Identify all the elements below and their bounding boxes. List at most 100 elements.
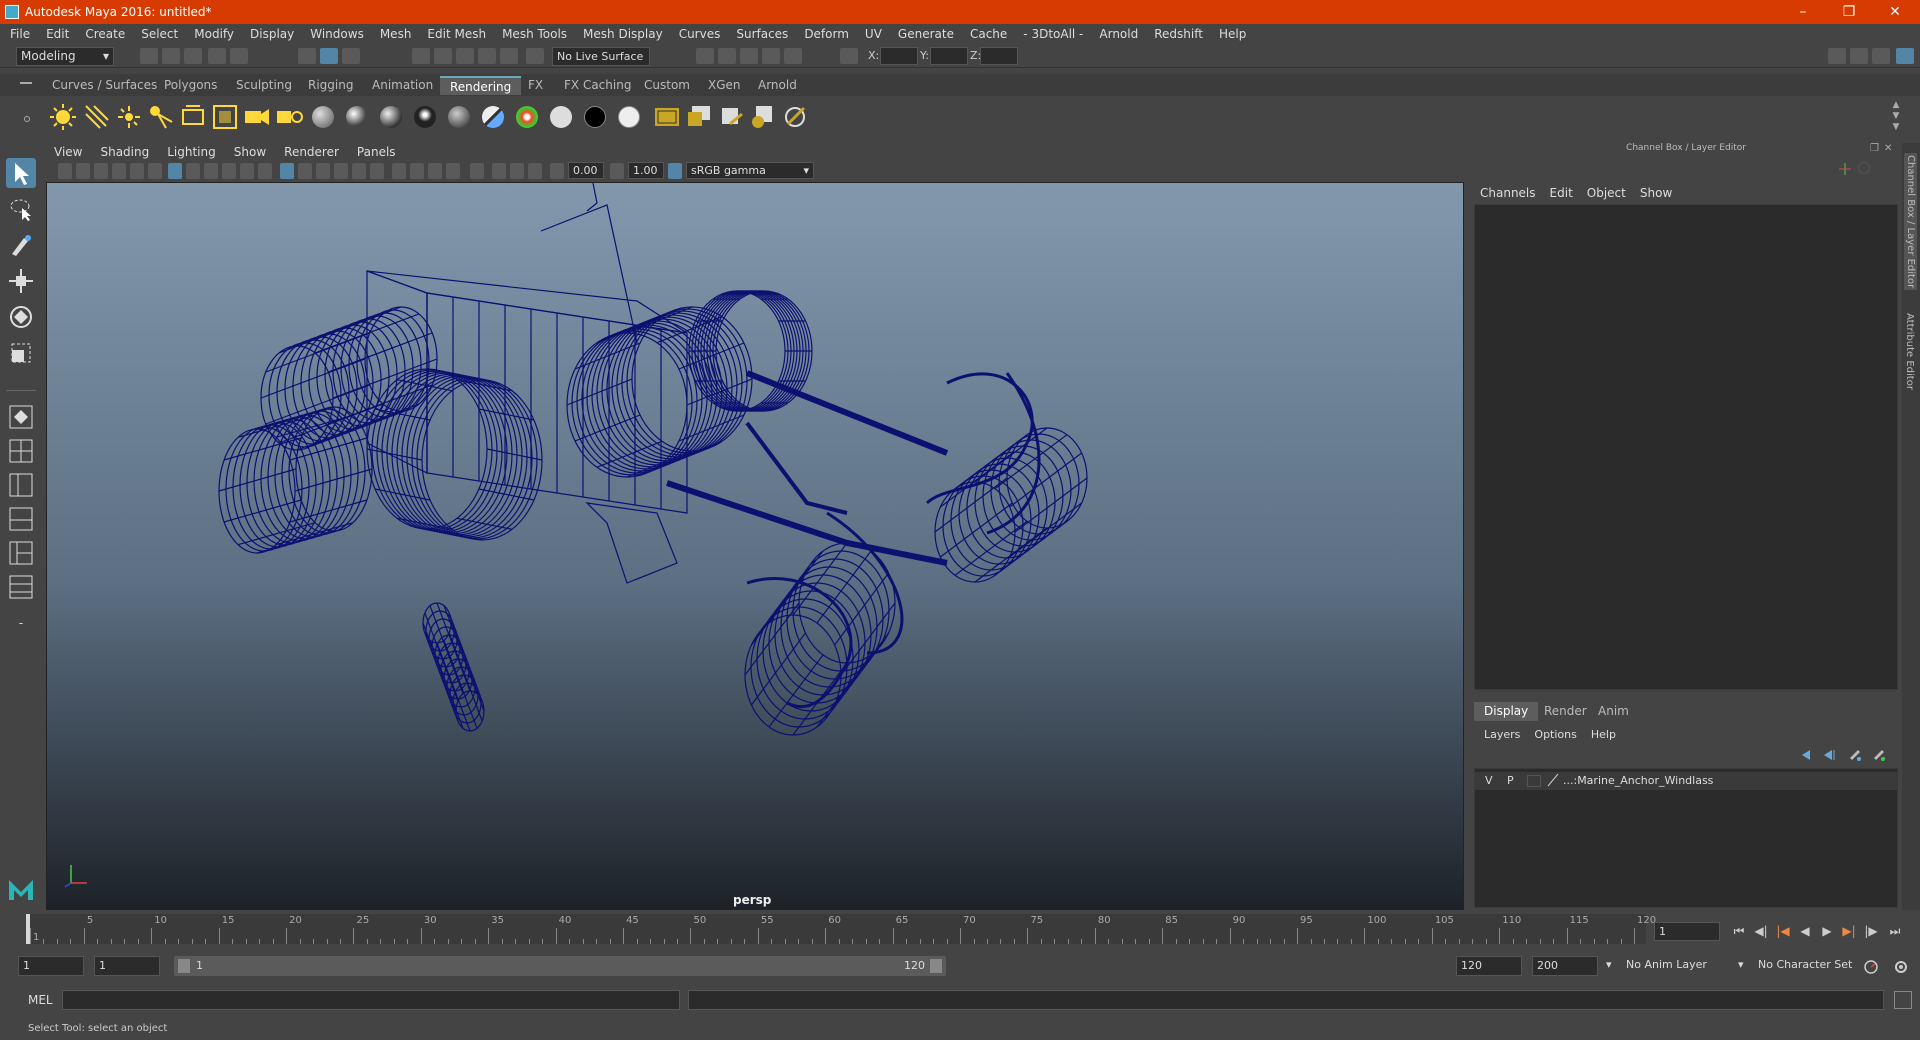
select-hierarchy-icon[interactable]: [298, 48, 316, 64]
move-layer-up-icon[interactable]: [1800, 748, 1814, 762]
y-field[interactable]: [930, 47, 968, 65]
channel-edit-menu[interactable]: Edit: [1550, 186, 1573, 200]
playback-end-field[interactable]: 120: [1456, 956, 1522, 976]
ipr-shelf-icon[interactable]: [716, 102, 746, 132]
shadows-icon[interactable]: [392, 163, 406, 179]
channel-object-menu[interactable]: Object: [1587, 186, 1626, 200]
layout-options-icon[interactable]: -: [6, 608, 36, 638]
menu-set-dropdown[interactable]: Modeling ▾: [16, 47, 114, 66]
tab-animation[interactable]: Animation: [362, 76, 443, 95]
menu-edit[interactable]: Edit: [46, 27, 69, 41]
close-button[interactable]: ✕: [1872, 0, 1918, 24]
smooth-shade-icon[interactable]: [298, 163, 312, 179]
select-tool-icon[interactable]: [6, 158, 36, 188]
single-perspective-layout-icon[interactable]: [6, 402, 36, 432]
snap-point-icon[interactable]: [456, 48, 474, 64]
menu-curves[interactable]: Curves: [679, 27, 721, 41]
bookmark-icon[interactable]: [94, 163, 108, 179]
gamma-icon[interactable]: [610, 163, 624, 179]
menu-windows[interactable]: Windows: [310, 27, 364, 41]
camera-attributes-icon[interactable]: [76, 163, 90, 179]
persp-graph-layout-icon[interactable]: [6, 504, 36, 534]
gamma-field[interactable]: 1.00: [628, 162, 664, 179]
snap-grid-icon[interactable]: [412, 48, 430, 64]
auto-key-icon[interactable]: [1862, 958, 1880, 976]
range-start-handle[interactable]: [178, 959, 190, 973]
tab-xgen[interactable]: XGen: [698, 76, 751, 95]
z-field[interactable]: [980, 47, 1018, 65]
viewport-menu-renderer[interactable]: Renderer: [284, 145, 339, 159]
snap-view-plane-icon[interactable]: [478, 48, 496, 64]
toon-shader-icon[interactable]: [618, 106, 640, 128]
step-back-key-icon[interactable]: |◀: [1774, 922, 1792, 940]
menu-mesh-tools[interactable]: Mesh Tools: [502, 27, 567, 41]
anti-aliasing-icon[interactable]: [446, 163, 460, 179]
undo-icon[interactable]: [208, 48, 226, 64]
ramp-shader-icon[interactable]: [516, 106, 538, 128]
tab-curves-surfaces[interactable]: Curves / Surfaces: [42, 76, 167, 95]
view-transform-dropdown[interactable]: sRGB gamma ▾: [686, 162, 814, 179]
channel-list[interactable]: [1474, 204, 1898, 690]
animation-preferences-icon[interactable]: [1892, 958, 1910, 976]
persp-outliner-layout-icon[interactable]: [6, 470, 36, 500]
volume-light-icon[interactable]: [210, 102, 240, 132]
layer-options-menu[interactable]: Options: [1534, 728, 1576, 741]
channels-menu[interactable]: Channels: [1480, 186, 1536, 200]
channel-show-menu[interactable]: Show: [1640, 186, 1672, 200]
tab-display[interactable]: Display: [1474, 702, 1539, 721]
save-scene-icon[interactable]: [184, 48, 202, 64]
shelf-settings-icon[interactable]: [20, 104, 34, 134]
viewport-menu-lighting[interactable]: Lighting: [167, 145, 216, 159]
select-components-icon[interactable]: [342, 48, 360, 64]
menu-help[interactable]: Help: [1219, 27, 1246, 41]
animation-start-field[interactable]: 1: [18, 956, 84, 976]
perspective-viewport[interactable]: persp: [46, 182, 1464, 910]
camera-aim-icon[interactable]: [274, 102, 304, 132]
current-frame-field[interactable]: 1: [1654, 922, 1720, 941]
color-management-icon[interactable]: [668, 163, 682, 179]
current-time-marker[interactable]: [26, 914, 30, 944]
viewport-menu-show[interactable]: Show: [234, 145, 266, 159]
attribute-editor-toggle-icon[interactable]: [1850, 48, 1868, 64]
menu-3dtoall[interactable]: - 3DtoAll -: [1023, 27, 1083, 41]
layer-playback-toggle[interactable]: P: [1507, 774, 1514, 787]
xray-icon[interactable]: [492, 163, 506, 179]
playback-start-field[interactable]: 1: [94, 956, 160, 976]
menu-select[interactable]: Select: [141, 27, 178, 41]
tab-rendering[interactable]: Rendering: [440, 76, 522, 95]
layers-menu[interactable]: Layers: [1484, 728, 1520, 741]
exposure-field[interactable]: 0.00: [568, 162, 604, 179]
menu-file[interactable]: File: [10, 27, 30, 41]
layer-row[interactable]: V P ...:Marine_Anchor_Windlass: [1475, 772, 1897, 790]
default-material-icon[interactable]: [316, 163, 330, 179]
anim-layer-dropdown[interactable]: ▾ No Anim Layer: [1606, 956, 1744, 976]
make-live-icon[interactable]: [500, 48, 518, 64]
textured-icon[interactable]: [352, 163, 366, 179]
select-camera-icon[interactable]: [58, 163, 72, 179]
minimize-button[interactable]: –: [1780, 0, 1826, 24]
persp-uv-layout-icon[interactable]: [6, 572, 36, 602]
tab-fx[interactable]: FX: [518, 76, 553, 95]
channel-box-manipulator-icon[interactable]: [1838, 162, 1852, 176]
persp-hypershade-layout-icon[interactable]: [6, 538, 36, 568]
range-slider[interactable]: 1 120: [174, 956, 946, 976]
grease-pencil-icon[interactable]: [148, 163, 162, 179]
ipr-render-icon[interactable]: [740, 48, 758, 64]
new-scene-icon[interactable]: [140, 48, 158, 64]
layered-shader-icon[interactable]: [482, 106, 504, 128]
open-scene-icon[interactable]: [162, 48, 180, 64]
script-editor-icon[interactable]: [1894, 991, 1912, 1009]
hypershade-shelf-icon[interactable]: [780, 102, 810, 132]
animation-end-field[interactable]: 200: [1532, 956, 1598, 976]
isolate-select-icon[interactable]: [470, 163, 484, 179]
maximize-button[interactable]: ❐: [1826, 0, 1872, 24]
anisotropic-material-icon[interactable]: [448, 106, 470, 128]
hypershade-icon[interactable]: [784, 48, 802, 64]
command-language-label[interactable]: MEL: [28, 993, 53, 1007]
select-objects-icon[interactable]: [320, 48, 338, 64]
side-tab-channel-box[interactable]: Channel Box / Layer Editor: [1904, 153, 1917, 291]
wireframe-on-shaded-icon[interactable]: [334, 163, 348, 179]
command-input[interactable]: [62, 990, 680, 1010]
viewport-menu-panels[interactable]: Panels: [357, 145, 396, 159]
side-tab-attribute-editor[interactable]: Attribute Editor: [1904, 313, 1915, 390]
